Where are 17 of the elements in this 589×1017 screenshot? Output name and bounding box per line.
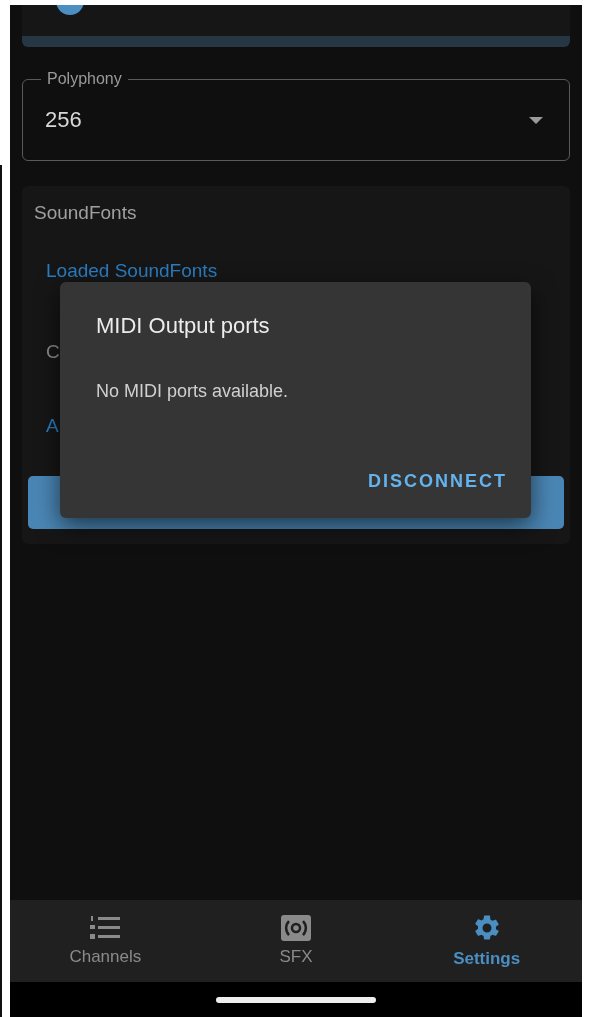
dialog-message: No MIDI ports available. [96, 381, 290, 402]
card-title: SoundFonts [33, 201, 138, 225]
disconnect-button[interactable]: DISCONNECT [368, 467, 507, 496]
home-indicator[interactable] [216, 996, 376, 1003]
field-value: 256 [45, 107, 82, 133]
label: C [46, 340, 60, 362]
polyphony-select[interactable]: Polyphony 256 [22, 69, 570, 161]
nav-tab[interactable]: SFX [200, 900, 392, 982]
link[interactable]: Loaded SoundFonts [46, 259, 218, 281]
dropdown-caret-icon [529, 116, 543, 124]
nav-tab[interactable]: Settings [391, 900, 582, 982]
numbered-list-icon [89, 915, 122, 941]
dialog-title: MIDI Output ports [96, 313, 271, 339]
nav-tab[interactable]: Channels [10, 900, 201, 982]
field-label: Polyphony [46, 69, 123, 89]
speaker-icon [281, 915, 311, 941]
link[interactable]: A [46, 414, 59, 436]
